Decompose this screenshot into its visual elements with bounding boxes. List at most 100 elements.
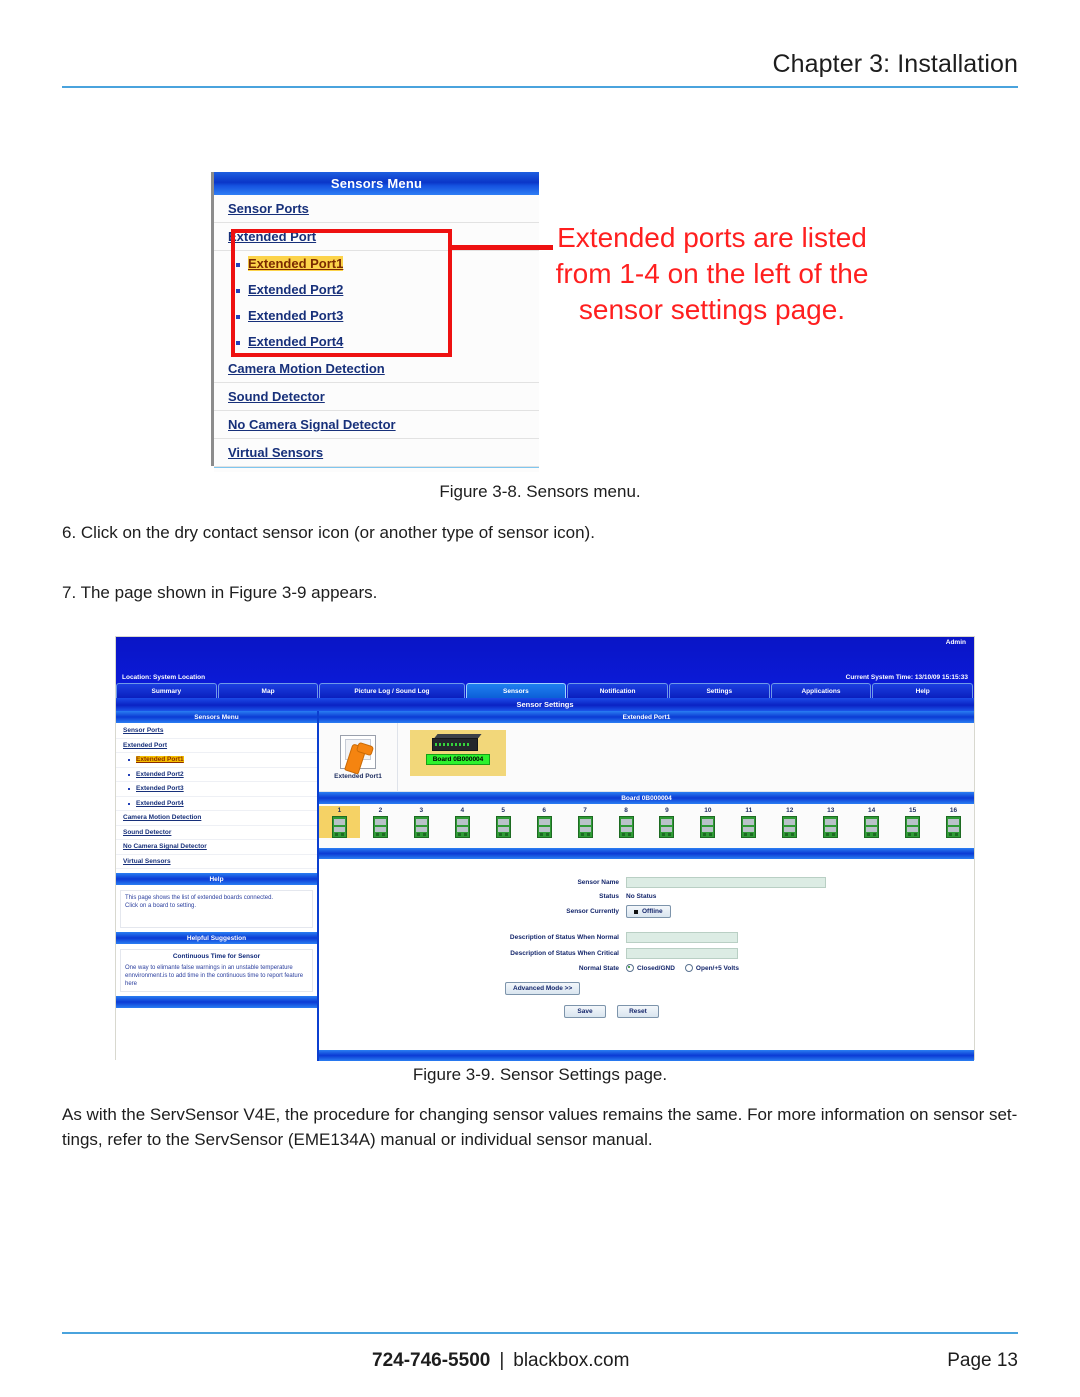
board-section-title: Board 0B000004 xyxy=(319,792,974,804)
square-status-icon xyxy=(634,909,638,914)
figure-sensor-settings-page: Admin Location: System Location Current … xyxy=(115,636,975,1061)
sensor-currently-button[interactable]: Offline xyxy=(626,905,671,918)
sidebar-item-extended-port1[interactable]: Extended Port1 xyxy=(116,753,317,768)
figure-3-9-caption: Figure 3-9. Sensor Settings page. xyxy=(412,1065,668,1084)
advanced-mode-button[interactable]: Advanced Mode >> xyxy=(505,982,581,995)
extended-port-cell[interactable]: Extended Port1 xyxy=(319,723,398,791)
sidebar-item-label: Extended Port3 xyxy=(248,308,344,323)
main-content: Extended Port1 Extended Port1 Board 0B00… xyxy=(319,711,974,1061)
sensor-port-6[interactable]: 6 xyxy=(524,806,565,838)
reset-label: Reset xyxy=(629,1008,647,1015)
sensor-currently-row: Sensor Currently Offline xyxy=(319,905,974,918)
tab-summary[interactable]: Summary xyxy=(116,683,217,698)
port-number: 16 xyxy=(949,807,958,814)
advanced-mode-row: Advanced Mode >> xyxy=(505,982,974,995)
sidebar-item-label: No Camera Signal Detector xyxy=(123,843,207,850)
sidebar-item-camera-motion-detection[interactable]: Camera Motion Detection xyxy=(214,355,539,383)
status-value: No Status xyxy=(626,893,657,900)
sensor-port-9[interactable]: 9 xyxy=(647,806,688,838)
sensor-port-3[interactable]: 3 xyxy=(401,806,442,838)
sidebar-item-no-camera-signal-detector[interactable]: No Camera Signal Detector xyxy=(116,840,317,855)
sidebar-item-label: Virtual Sensors xyxy=(123,857,171,865)
sensor-port-15[interactable]: 15 xyxy=(892,806,933,838)
tab-label: Notification xyxy=(599,687,636,695)
sensor-port-4[interactable]: 4 xyxy=(442,806,483,838)
tab-applications[interactable]: Applications xyxy=(770,683,872,698)
radio-closed-gnd[interactable]: Closed/GND xyxy=(626,964,675,972)
sensor-port-2[interactable]: 2 xyxy=(360,806,401,838)
reset-button[interactable]: Reset xyxy=(616,1005,659,1018)
suggestion-text: One way to elimante false warnings in an… xyxy=(125,965,304,987)
sensor-port-7[interactable]: 7 xyxy=(565,806,606,838)
dry-contact-sensor-icon xyxy=(340,734,376,775)
sidebar-item-no-camera-signal-detector[interactable]: No Camera Signal Detector xyxy=(214,411,539,439)
connector-icon xyxy=(864,816,880,838)
sensor-name-input[interactable] xyxy=(626,877,826,888)
sidebar-item-extended-port4[interactable]: Extended Port4 xyxy=(214,329,539,355)
connector-icon xyxy=(454,816,470,838)
sensor-port-10[interactable]: 10 xyxy=(687,806,728,838)
sidebar-item-extended-port2[interactable]: Extended Port2 xyxy=(116,767,317,782)
sidebar-item-camera-motion-detection[interactable]: Camera Motion Detection xyxy=(116,811,317,826)
sidebar-item-sensor-ports[interactable]: Sensor Ports xyxy=(116,724,317,739)
sensors-menu-title: Sensors Menu xyxy=(214,172,539,195)
sensor-port-5[interactable]: 5 xyxy=(483,806,524,838)
sidebar-item-virtual-sensors[interactable]: Virtual Sensors xyxy=(116,854,317,869)
tab-label: Picture Log / Sound Log xyxy=(354,687,430,695)
help-text-line-2: Click on a board to setting. xyxy=(125,903,197,909)
sidebar-item-extended-port4[interactable]: Extended Port4 xyxy=(116,796,317,811)
sidebar-item-extended-port1[interactable]: Extended Port1 xyxy=(214,251,539,277)
board-card[interactable]: Board 0B000004 xyxy=(410,730,506,776)
sidebar-item-sensor-ports[interactable]: Sensor Ports xyxy=(214,195,539,223)
board-led-strip xyxy=(435,743,471,746)
connector-icon xyxy=(372,816,388,838)
sensor-port-13[interactable]: 13 xyxy=(810,806,851,838)
figure-sensors-menu: Sensors Menu Sensor Ports Extended Port … xyxy=(211,172,553,472)
connector-icon xyxy=(495,816,511,838)
sidebar-item-extended-port[interactable]: Extended Port xyxy=(116,738,317,753)
desc-normal-input[interactable] xyxy=(626,932,738,943)
app-body: Sensors Menu Sensor Ports Extended Port … xyxy=(116,711,974,1061)
port-number: 6 xyxy=(542,807,546,814)
tab-sensors[interactable]: Sensors xyxy=(465,683,567,698)
sidebar-item-label: Extended Port1 xyxy=(136,756,184,763)
sensor-port-14[interactable]: 14 xyxy=(851,806,892,838)
status-row: Status No Status xyxy=(319,893,974,900)
suggestion-panel-title: Helpful Suggestion xyxy=(116,932,317,945)
footer-separator: | xyxy=(499,1350,505,1371)
sidebar-item-extended-port3[interactable]: Extended Port3 xyxy=(214,303,539,329)
sidebar-item-extended-port3[interactable]: Extended Port3 xyxy=(116,782,317,797)
sensor-port-1[interactable]: 1 xyxy=(319,806,360,838)
tab-settings[interactable]: Settings xyxy=(668,683,770,698)
sensor-port-12[interactable]: 12 xyxy=(769,806,810,838)
sensor-port-11[interactable]: 11 xyxy=(728,806,769,838)
tab-picture-log-sound-log[interactable]: Picture Log / Sound Log xyxy=(319,683,465,698)
connector-icon xyxy=(413,816,429,838)
port-number: 11 xyxy=(745,807,753,814)
tab-notification[interactable]: Notification xyxy=(567,683,668,698)
system-time-label: Current System Time: 13/10/09 15:15:33 xyxy=(845,674,968,681)
tab-help[interactable]: Help xyxy=(872,683,974,698)
save-button[interactable]: Save xyxy=(564,1005,606,1018)
sidebar-item-label: Sound Detector xyxy=(123,828,172,836)
location-label: Location: System Location xyxy=(122,674,206,681)
header-rule xyxy=(62,86,1018,88)
sidebar-item-label: Camera Motion Detection xyxy=(123,814,202,821)
radio-label: Closed/GND xyxy=(637,964,675,972)
tab-label: Sensors xyxy=(503,687,529,695)
page-header: Chapter 3: Installation xyxy=(62,48,1018,88)
sidebar-item-sound-detector[interactable]: Sound Detector xyxy=(214,383,539,411)
sidebar-item-sound-detector[interactable]: Sound Detector xyxy=(116,825,317,840)
sensor-port-8[interactable]: 8 xyxy=(606,806,647,838)
radio-open-5-volts[interactable]: Open/+5 Volts xyxy=(684,964,739,972)
figure-3-8-caption: Figure 3-8. Sensors menu. xyxy=(439,482,641,501)
sidebar-item-virtual-sensors[interactable]: Virtual Sensors xyxy=(214,439,539,467)
bullet-icon xyxy=(128,773,130,776)
tab-map[interactable]: Map xyxy=(217,683,319,698)
desc-critical-input[interactable] xyxy=(626,948,738,959)
sensor-port-16[interactable]: 16 xyxy=(933,806,974,838)
sensor-currently-value: Offline xyxy=(642,908,663,915)
sidebar-item-label: Extended Port2 xyxy=(136,770,184,778)
sidebar-item-extended-port2[interactable]: Extended Port2 xyxy=(214,277,539,303)
board-tag-label: Board 0B000004 xyxy=(425,754,491,765)
